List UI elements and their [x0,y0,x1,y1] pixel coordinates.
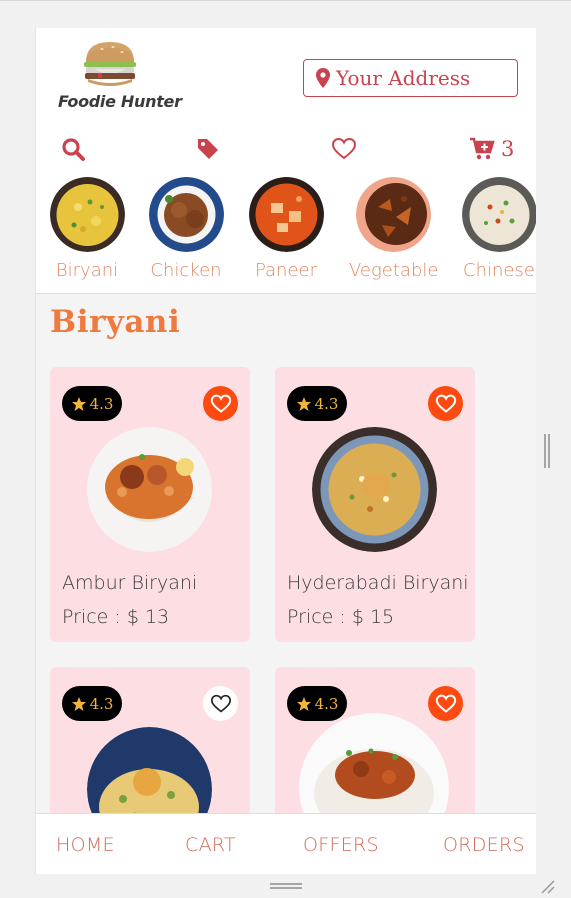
burger-logo-icon [84,42,136,86]
category-label: Paneer [254,260,318,281]
rating-badge: 4.3 [62,386,122,421]
app-header: Foodie Hunter Your Address 3 Biryani Chi… [36,28,536,294]
rating-value: 4.3 [89,694,114,713]
category-image [461,177,536,252]
heart-icon [331,137,357,160]
food-name: Hyderabadi Biryani [287,572,469,594]
category-label: Biryani [55,260,119,281]
food-card[interactable]: 4.3 Hyderabadi Biryani Price : $ 15 [275,367,475,642]
rating-value: 4.3 [314,694,339,713]
star-icon [71,396,86,411]
category-paneer[interactable]: Paneer [248,177,324,281]
wishlist-button[interactable] [331,134,357,164]
food-price: Price : $ 15 [287,606,395,628]
frame-top-border [0,0,571,1]
heart-icon [210,394,231,413]
cart-count-badge: 3 [501,137,515,161]
cart-button[interactable]: 3 [469,134,514,164]
category-image [148,177,224,252]
food-image [312,427,437,552]
corner-resize-icon[interactable] [539,878,555,894]
category-image [49,177,125,252]
rating-badge: 4.3 [62,686,122,721]
rating-value: 4.3 [89,394,114,413]
address-button[interactable]: Your Address [303,59,518,97]
category-image [248,177,324,252]
star-icon [296,396,311,411]
heart-icon [210,694,231,713]
section-title: Biryani [50,304,181,340]
nav-cart[interactable]: CART [185,834,236,856]
map-marker-icon [316,68,330,88]
food-card[interactable]: 4.3 Ambur Biryani Price : $ 13 [50,367,250,642]
tag-icon [198,139,218,159]
heart-icon [435,694,456,713]
food-image [87,427,212,552]
star-icon [296,696,311,711]
nav-home[interactable]: HOME [56,834,115,856]
star-icon [71,696,86,711]
bottom-navigation: HOME CART OFFERS ORDERS [36,813,536,874]
rating-badge: 4.3 [287,686,347,721]
rating-value: 4.3 [314,394,339,413]
category-label: Chinese [463,260,535,281]
cart-plus-icon [470,137,495,160]
rating-badge: 4.3 [287,386,347,421]
favorite-button[interactable] [428,686,463,721]
brand-logo[interactable]: Foodie Hunter [56,40,182,115]
header-icon-row: 3 [36,134,536,164]
food-name: Ambur Biryani [62,572,198,594]
category-biryani[interactable]: Biryani [49,177,125,281]
nav-offers[interactable]: OFFERS [303,834,379,856]
favorite-button[interactable] [428,386,463,421]
vertical-resize-grip[interactable] [544,434,550,468]
category-label: Vegetable [349,260,439,281]
category-strip: Biryani Chicken Paneer Vegetable Chinese [36,177,536,287]
favorite-button[interactable] [203,386,238,421]
category-vegetable[interactable]: Vegetable [349,177,439,281]
category-chinese[interactable]: Chinese [461,177,536,281]
search-button[interactable] [61,134,86,164]
address-label: Your Address [336,66,471,90]
brand-name: Foodie Hunter [58,92,182,111]
favorite-button[interactable] [203,686,238,721]
search-icon [62,137,85,161]
category-chicken[interactable]: Chicken [148,177,224,281]
food-price: Price : $ 13 [62,606,170,628]
heart-icon [435,394,456,413]
category-label: Chicken [150,260,222,281]
category-image [355,177,431,252]
offers-button[interactable] [196,134,220,164]
nav-orders[interactable]: ORDERS [443,834,525,856]
app-viewport: Foodie Hunter Your Address 3 Biryani Chi… [35,28,536,874]
horizontal-resize-grip[interactable] [270,883,302,889]
